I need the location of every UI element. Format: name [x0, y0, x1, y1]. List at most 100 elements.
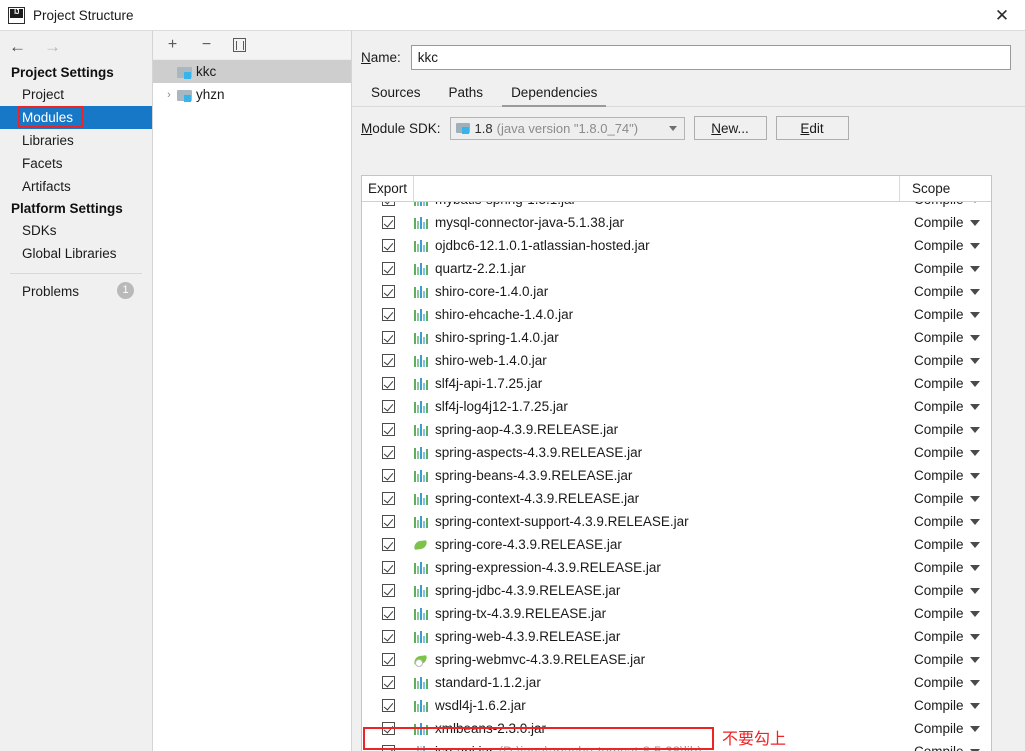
checkbox-checked[interactable]	[381, 354, 395, 367]
checkbox-checked[interactable]	[381, 722, 395, 735]
chevron-right-icon[interactable]: ›	[161, 89, 177, 101]
back-arrow-icon[interactable]: ←	[9, 38, 26, 55]
table-row[interactable]: shiro-web-1.4.0.jar Compile	[362, 349, 991, 372]
export-checkbox-cell[interactable]	[362, 400, 414, 413]
chevron-down-icon[interactable]	[970, 334, 980, 341]
table-row[interactable]: spring-tx-4.3.9.RELEASE.jar Compile	[362, 602, 991, 625]
copy-module-icon[interactable]	[233, 38, 246, 52]
add-module-button[interactable]: +	[164, 37, 181, 53]
checkbox-checked[interactable]	[381, 745, 395, 751]
checkbox-checked[interactable]	[381, 630, 395, 643]
sidebar-item-problems[interactable]: Problems 1	[0, 280, 152, 302]
chevron-down-icon[interactable]	[970, 426, 980, 433]
chevron-down-icon[interactable]	[970, 518, 980, 525]
checkbox-checked[interactable]	[381, 515, 395, 528]
module-sdk-select[interactable]: 1.8 (java version "1.8.0_74")	[449, 116, 685, 140]
scope-select[interactable]: Compile	[902, 744, 991, 751]
scope-select[interactable]: Compile	[902, 399, 991, 414]
scope-select[interactable]: Compile	[902, 376, 991, 391]
table-row[interactable]: xmlbeans-2.3.0.jar Compile	[362, 717, 991, 740]
export-checkbox-cell[interactable]	[362, 308, 414, 321]
scope-select[interactable]: Compile	[902, 675, 991, 690]
chevron-down-icon[interactable]	[970, 265, 980, 272]
chevron-down-icon[interactable]	[970, 219, 980, 226]
scope-select[interactable]: Compile	[902, 284, 991, 299]
table-row[interactable]: wsdl4j-1.6.2.jar Compile	[362, 694, 991, 717]
edit-sdk-button[interactable]: Edit	[775, 116, 849, 140]
table-row[interactable]: spring-webmvc-4.3.9.RELEASE.jar Compile	[362, 648, 991, 671]
scope-select[interactable]: Compile	[902, 445, 991, 460]
checkbox-checked[interactable]	[381, 285, 395, 298]
checkbox-checked[interactable]	[381, 607, 395, 620]
chevron-down-icon[interactable]	[970, 403, 980, 410]
export-checkbox-cell[interactable]	[362, 538, 414, 551]
export-checkbox-cell[interactable]	[362, 653, 414, 666]
export-checkbox-cell[interactable]	[362, 492, 414, 505]
remove-module-button[interactable]: −	[198, 37, 215, 53]
chevron-down-icon[interactable]	[970, 541, 980, 548]
sidebar-item-sdks[interactable]: SDKs	[0, 219, 152, 242]
column-header-scope[interactable]: Scope	[900, 176, 991, 201]
scope-select[interactable]: Compile	[902, 215, 991, 230]
chevron-down-icon[interactable]	[970, 357, 980, 364]
tab-dependencies[interactable]: Dependencies	[501, 85, 607, 107]
export-checkbox-cell[interactable]	[362, 216, 414, 229]
scope-select[interactable]: Compile	[902, 629, 991, 644]
chevron-down-icon[interactable]	[970, 202, 980, 203]
chevron-down-icon[interactable]	[970, 288, 980, 295]
table-row[interactable]: spring-web-4.3.9.RELEASE.jar Compile	[362, 625, 991, 648]
chevron-down-icon[interactable]	[970, 242, 980, 249]
checkbox-checked[interactable]	[381, 469, 395, 482]
scope-select[interactable]: Compile	[902, 422, 991, 437]
chevron-down-icon[interactable]	[970, 725, 980, 732]
checkbox-checked[interactable]	[381, 331, 395, 344]
table-row[interactable]: mybatis-spring-1.3.1.jar Compile	[362, 202, 991, 211]
checkbox-checked[interactable]	[381, 676, 395, 689]
column-header-name[interactable]	[414, 176, 900, 201]
checkbox-checked[interactable]	[381, 653, 395, 666]
chevron-down-icon[interactable]	[970, 656, 980, 663]
table-row[interactable]: ojdbc6-12.1.0.1-atlassian-hosted.jar Comp…	[362, 234, 991, 257]
column-header-export[interactable]: Export	[362, 176, 414, 201]
checkbox-checked[interactable]	[381, 216, 395, 229]
scope-select[interactable]: Compile	[902, 468, 991, 483]
scope-select[interactable]: Compile	[902, 202, 991, 211]
scope-select[interactable]: Compile	[902, 307, 991, 322]
export-checkbox-cell[interactable]	[362, 446, 414, 459]
chevron-down-icon[interactable]	[970, 311, 980, 318]
export-checkbox-cell[interactable]	[362, 202, 414, 211]
scope-select[interactable]: Compile	[902, 353, 991, 368]
chevron-down-icon[interactable]	[970, 472, 980, 479]
export-checkbox-cell[interactable]	[362, 561, 414, 574]
module-tree-item-yhzn[interactable]: › yhzn	[153, 83, 351, 106]
export-checkbox-cell[interactable]	[362, 331, 414, 344]
table-row[interactable]: slf4j-log4j12-1.7.25.jar Compile	[362, 395, 991, 418]
chevron-down-icon[interactable]	[970, 380, 980, 387]
module-name-input[interactable]	[410, 44, 1011, 70]
chevron-down-icon[interactable]	[668, 125, 677, 131]
new-sdk-button[interactable]: New...	[693, 116, 767, 140]
table-row[interactable]: slf4j-api-1.7.25.jar Compile	[362, 372, 991, 395]
export-checkbox-cell[interactable]	[362, 239, 414, 252]
table-row[interactable]: spring-jdbc-4.3.9.RELEASE.jar Compile	[362, 579, 991, 602]
checkbox-checked[interactable]	[381, 377, 395, 390]
sidebar-item-facets[interactable]: Facets	[0, 152, 152, 175]
chevron-down-icon[interactable]	[970, 610, 980, 617]
export-checkbox-cell[interactable]	[362, 469, 414, 482]
checkbox-checked[interactable]	[381, 492, 395, 505]
export-checkbox-cell[interactable]	[362, 722, 414, 735]
tab-sources[interactable]: Sources	[361, 85, 431, 106]
scope-select[interactable]: Compile	[902, 514, 991, 529]
checkbox-checked[interactable]	[381, 202, 395, 206]
checkbox-checked[interactable]	[381, 423, 395, 436]
sidebar-item-global-libraries[interactable]: Global Libraries	[0, 242, 152, 265]
export-checkbox-cell[interactable]	[362, 285, 414, 298]
table-row[interactable]: spring-context-4.3.9.RELEASE.jar Compile	[362, 487, 991, 510]
checkbox-checked[interactable]	[381, 699, 395, 712]
chevron-down-icon[interactable]	[970, 679, 980, 686]
table-row[interactable]: jsp-api.jar (D:\java\apache-tomcat-8.5.38…	[362, 740, 991, 751]
scope-select[interactable]: Compile	[902, 721, 991, 736]
table-row[interactable]: spring-aop-4.3.9.RELEASE.jar Compile	[362, 418, 991, 441]
scope-select[interactable]: Compile	[902, 652, 991, 667]
table-row[interactable]: spring-expression-4.3.9.RELEASE.jar Compi…	[362, 556, 991, 579]
